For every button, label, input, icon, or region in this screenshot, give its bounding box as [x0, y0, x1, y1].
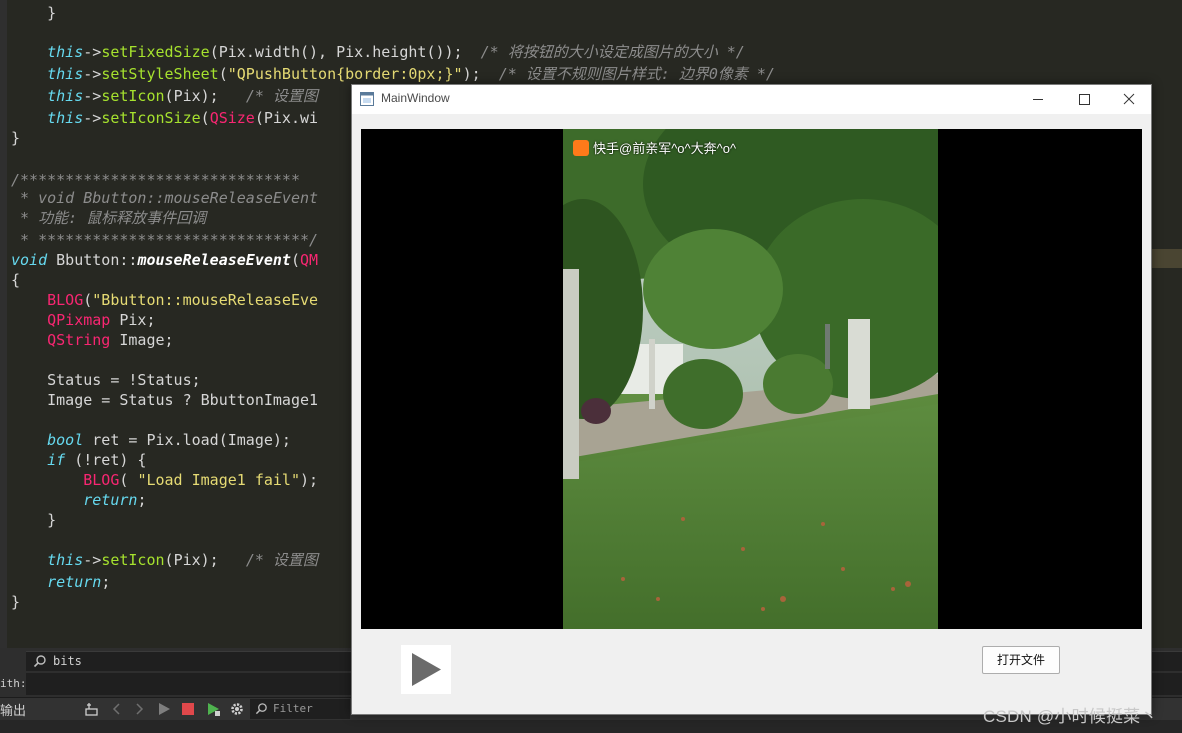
code-line: QString Image;: [47, 331, 174, 349]
play-icon: [412, 653, 441, 686]
width-label: ith:: [0, 677, 27, 690]
code-line: * void Bbutton::mouseReleaseEvent: [11, 189, 319, 207]
chevron-right-icon[interactable]: [130, 700, 148, 718]
code-line: return;: [83, 491, 147, 509]
filter-placeholder: Filter: [273, 702, 313, 715]
code-line: this->setIcon(Pix); /* 设置图: [47, 551, 318, 569]
code-line: /*******************************: [11, 171, 300, 189]
code-line: }: [11, 129, 21, 147]
window-title: MainWindow: [381, 91, 450, 105]
search-input-value[interactable]: bits: [53, 654, 82, 668]
code-line: Status = !Status;: [11, 371, 201, 389]
window-titlebar[interactable]: MainWindow: [352, 85, 1151, 114]
video-overlay-text: 快手@前亲军^o^大奔^o^: [593, 141, 737, 156]
code-line: }: [11, 4, 57, 22]
video-frame: 快手@前亲军^o^大奔^o^: [563, 129, 938, 629]
video-frame-image: [563, 129, 938, 629]
video-display[interactable]: 快手@前亲军^o^大奔^o^: [361, 129, 1142, 629]
code-line: this->setIconSize(QSize(Pix.wi: [47, 109, 319, 127]
editor-gutter: [0, 0, 7, 648]
code-line: return;: [47, 573, 111, 591]
code-line: this->setStyleSheet("QPushButton{border:…: [47, 65, 775, 83]
play-button[interactable]: [401, 645, 451, 694]
build-icon[interactable]: [83, 700, 101, 718]
overlay-logo-icon: [573, 140, 589, 156]
code-line: {: [11, 271, 21, 289]
search-icon: [255, 703, 267, 715]
close-button[interactable]: [1106, 85, 1152, 114]
open-file-button[interactable]: 打开文件: [982, 646, 1060, 674]
maximize-button[interactable]: [1061, 85, 1107, 114]
code-line: }: [11, 593, 21, 611]
code-line: BLOG( "Load Image1 fail");: [83, 471, 319, 489]
code-line: Image = Status ? BbuttonImage1: [11, 391, 319, 409]
code-line: * ******************************/: [11, 231, 319, 249]
run-icon[interactable]: [155, 700, 173, 718]
gear-icon[interactable]: [228, 700, 246, 718]
minimize-button[interactable]: [1015, 85, 1061, 114]
code-line: this->setFixedSize(Pix.width(), Pix.heig…: [47, 43, 745, 61]
code-line: this->setIcon(Pix); /* 设置图: [47, 87, 318, 105]
code-line: bool ret = Pix.load(Image);: [47, 431, 291, 449]
code-line: * 功能: 鼠标释放事件回调: [11, 209, 207, 227]
chevron-left-icon[interactable]: [108, 700, 126, 718]
stop-icon[interactable]: [179, 700, 197, 718]
code-line: QPixmap Pix;: [47, 311, 156, 329]
code-line: BLOG("Bbutton::mouseReleaseEve: [47, 291, 319, 309]
output-pane-label[interactable]: 输出: [0, 700, 26, 719]
code-line: void Bbutton::mouseReleaseEvent(QM: [11, 251, 319, 269]
main-window: MainWindow 快手@前亲军^o^大奔^o^ 打开文件: [351, 84, 1152, 715]
code-line: }: [11, 511, 57, 529]
search-icon: [33, 655, 46, 668]
app-window-icon: [360, 92, 374, 106]
watermark: CSDN @小时候挺菜丶: [983, 707, 1158, 726]
debug-run-icon[interactable]: [204, 700, 222, 718]
current-line-highlight: [1151, 249, 1182, 268]
code-line: if (!ret) {: [47, 451, 147, 469]
